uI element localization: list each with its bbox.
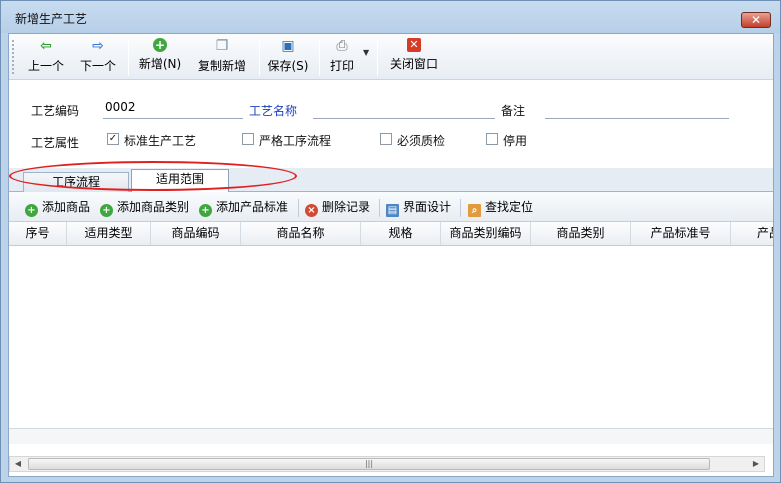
find-locate-button[interactable]: ⌕ 查找定位	[468, 199, 533, 217]
column-header[interactable]: 商品编码	[151, 222, 241, 245]
toolbar-divider	[377, 38, 378, 76]
save-button[interactable]: ▣ 保存(S)	[265, 38, 311, 76]
toolbar-divider	[298, 199, 299, 217]
close-dialog-label: 关闭窗口	[389, 57, 438, 71]
name-label[interactable]: 工艺名称	[249, 102, 297, 119]
add-standard-label: 添加产品标准	[216, 200, 289, 214]
add-standard-button[interactable]: + 添加产品标准	[199, 199, 288, 217]
column-header[interactable]: 商品类别	[531, 222, 631, 245]
scope-grid[interactable]: 序号 适用类型 商品编码 商品名称 规格 商品类别编码 商品类别 产品标准号 产…	[9, 222, 773, 460]
grid-header: 序号 适用类型 商品编码 商品名称 规格 商品类别编码 商品类别 产品标准号 产…	[9, 222, 773, 246]
close-icon: ✕	[407, 38, 421, 52]
copy-new-label: 复制新增	[197, 59, 246, 73]
attr-label: 工艺属性	[31, 136, 80, 150]
remark-input-underline	[545, 118, 729, 119]
code-input-underline	[103, 118, 243, 119]
add-icon: +	[153, 38, 167, 52]
find-locate-label: 查找定位	[485, 200, 534, 214]
copy-icon: ❐	[215, 38, 229, 54]
standard-process-label[interactable]: 标准生产工艺	[124, 132, 196, 149]
layout-icon: ▤	[386, 204, 399, 217]
delete-icon: ×	[305, 204, 318, 217]
add-product-button[interactable]: + 添加商品	[25, 199, 90, 217]
new-button[interactable]: + 新增(N)	[135, 38, 185, 76]
close-window-button[interactable]: ✕	[741, 12, 771, 28]
printer-icon: ⎙	[336, 38, 348, 54]
arrow-left-icon: ⇦	[40, 38, 52, 54]
header-form: 工艺编码 0002 工艺名称 备注 工艺属性 ✓ 标准生产工艺 严格工序流程 必…	[9, 80, 773, 168]
toolbar-grip[interactable]	[12, 40, 15, 74]
code-label: 工艺编码	[31, 104, 80, 118]
arrow-right-icon: ⇨	[92, 38, 104, 54]
disabled-label[interactable]: 停用	[503, 132, 527, 149]
toolbar-divider	[460, 199, 461, 217]
print-dropdown-icon[interactable]: ▼	[363, 48, 369, 57]
delete-record-label: 删除记录	[322, 200, 371, 214]
scope-toolbar: + 添加商品 + 添加商品类别 + 添加产品标准 × 删除记录 ▤ 界面设计 ⌕ 查找定位	[9, 192, 773, 222]
print-label: 打印	[329, 59, 354, 73]
strict-flow-label[interactable]: 严格工序流程	[259, 132, 331, 149]
next-button[interactable]: ⇨ 下一个	[75, 38, 121, 76]
dialog-window: 新增生产工艺 ✕ ⇦ 上一个 ⇨ 下一个 + 新增(N) ❐ 复制新增 ▣ 保存…	[0, 0, 781, 483]
toolbar-divider	[319, 38, 320, 76]
column-header[interactable]: 序号	[9, 222, 67, 245]
add-category-button[interactable]: + 添加商品类别	[100, 199, 189, 217]
client-area: ⇦ 上一个 ⇨ 下一个 + 新增(N) ❐ 复制新增 ▣ 保存(S) ⎙ 打印 …	[8, 33, 774, 477]
column-header[interactable]: 商品类别编码	[441, 222, 531, 245]
prev-label: 上一个	[27, 59, 64, 73]
must-inspect-checkbox[interactable]	[380, 133, 392, 145]
column-header[interactable]: 产品标准号	[631, 222, 731, 245]
save-label: 保存(S)	[267, 59, 309, 73]
print-button[interactable]: ⎙ 打印	[325, 38, 359, 76]
column-header[interactable]: 适用类型	[67, 222, 151, 245]
toolbar-divider	[379, 199, 380, 217]
copy-new-button[interactable]: ❐ 复制新增	[193, 38, 251, 76]
next-label: 下一个	[79, 59, 116, 73]
close-dialog-button[interactable]: ✕ 关闭窗口	[385, 38, 443, 76]
main-toolbar: ⇦ 上一个 ⇨ 下一个 + 新增(N) ❐ 复制新增 ▣ 保存(S) ⎙ 打印 …	[9, 34, 773, 80]
standard-process-checkbox[interactable]: ✓	[107, 133, 119, 145]
horizontal-scrollbar[interactable]: ◀ ||| ▶	[9, 456, 765, 472]
toolbar-divider	[259, 38, 260, 76]
layout-design-button[interactable]: ▤ 界面设计	[386, 199, 451, 217]
disabled-checkbox[interactable]	[486, 133, 498, 145]
layout-design-label: 界面设计	[403, 200, 452, 214]
add-icon: +	[100, 204, 113, 217]
scroll-thumb[interactable]: |||	[28, 458, 710, 470]
window-title: 新增生产工艺	[15, 12, 88, 26]
code-input[interactable]: 0002	[105, 100, 136, 114]
toolbar-divider	[128, 38, 129, 76]
column-header[interactable]: 产品	[731, 222, 773, 245]
add-icon: +	[199, 204, 212, 217]
prev-button[interactable]: ⇦ 上一个	[23, 38, 69, 76]
find-icon: ⌕	[468, 204, 481, 217]
scroll-left-icon[interactable]: ◀	[10, 457, 26, 471]
scroll-right-icon[interactable]: ▶	[748, 457, 764, 471]
title-bar[interactable]: 新增生产工艺 ✕	[1, 1, 780, 33]
strict-flow-checkbox[interactable]	[242, 133, 254, 145]
add-category-label: 添加商品类别	[117, 200, 190, 214]
add-product-label: 添加商品	[42, 200, 91, 214]
grid-summary-row	[9, 428, 773, 444]
column-header[interactable]: 商品名称	[241, 222, 361, 245]
must-inspect-label[interactable]: 必须质检	[397, 132, 445, 149]
delete-record-button[interactable]: × 删除记录	[305, 199, 370, 217]
add-icon: +	[25, 204, 38, 217]
highlight-annotation	[9, 161, 297, 191]
name-input-underline	[313, 118, 495, 119]
column-header[interactable]: 规格	[361, 222, 441, 245]
remark-label: 备注	[501, 104, 526, 118]
new-label: 新增(N)	[138, 57, 182, 71]
floppy-disk-icon: ▣	[281, 38, 295, 54]
